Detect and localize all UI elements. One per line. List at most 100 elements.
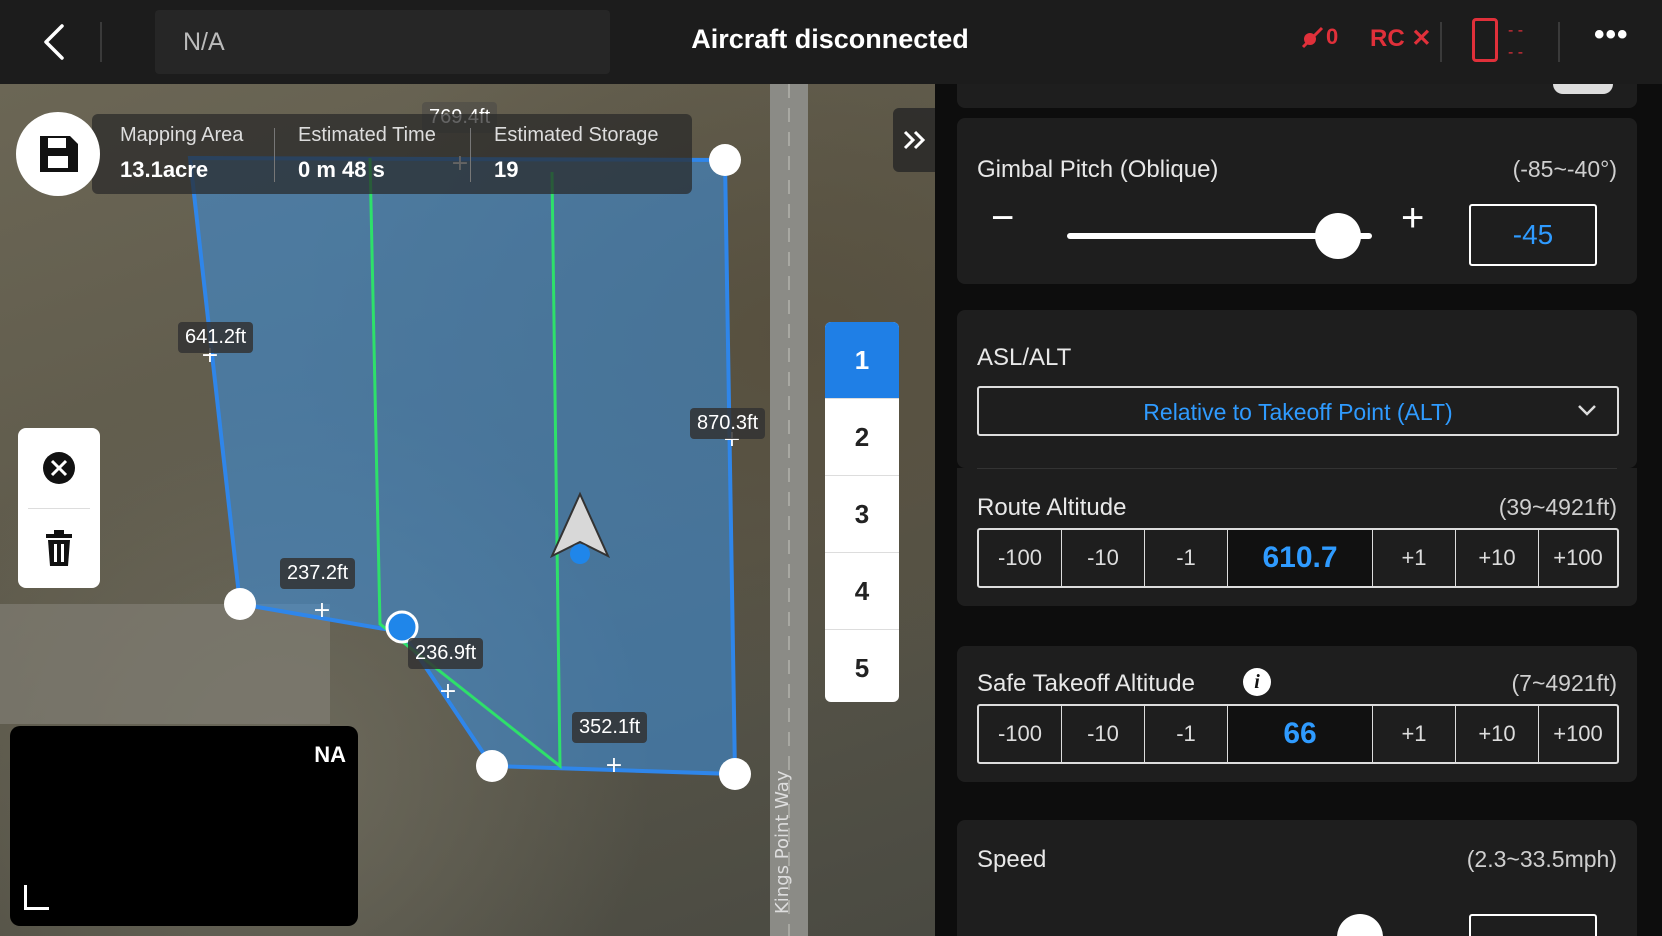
- step-minus-100-button[interactable]: -100: [979, 706, 1062, 762]
- add-point-icon[interactable]: +: [605, 753, 623, 778]
- altitude-mode-value: Relative to Takeoff Point (ALT): [1143, 399, 1453, 425]
- cancel-button[interactable]: [18, 428, 100, 508]
- divider: [274, 128, 275, 182]
- info-icon[interactable]: i: [1243, 668, 1271, 696]
- chevron-down-icon: [1578, 405, 1596, 416]
- polygon-vertex[interactable]: [224, 588, 256, 620]
- segment-length-tag: 870.3ft: [690, 408, 766, 439]
- waypoint-list: 1 2 3 4 5: [825, 322, 899, 702]
- camera-status-label: NA: [314, 742, 346, 767]
- gimbal-pitch-card: Gimbal Pitch (Oblique) (-85~-40°) − + -4…: [957, 118, 1637, 284]
- expand-corner-icon[interactable]: [24, 885, 49, 910]
- speed-range: (2.3~33.5mph): [1466, 846, 1617, 872]
- add-point-icon[interactable]: +: [439, 679, 457, 704]
- segment-length-tag: 641.2ft: [178, 322, 254, 353]
- step-plus-10-button[interactable]: +10: [1456, 530, 1539, 586]
- step-plus-100-button[interactable]: +100: [1539, 530, 1617, 586]
- gimbal-pitch-label: Gimbal Pitch (Oblique): [977, 156, 1219, 183]
- altitude-mode-select[interactable]: Relative to Takeoff Point (ALT): [977, 386, 1619, 436]
- previous-card: [957, 84, 1637, 108]
- decrease-button[interactable]: −: [991, 196, 1014, 241]
- stat-value: 13.1acre: [120, 157, 209, 182]
- battery-icon[interactable]: [1472, 18, 1498, 62]
- settings-panel: Gimbal Pitch (Oblique) (-85~-40°) − + -4…: [935, 84, 1662, 936]
- step-plus-10-button[interactable]: +10: [1456, 706, 1539, 762]
- double-chevron-right-icon: [903, 130, 926, 150]
- back-arrow-icon[interactable]: [34, 20, 74, 64]
- battery-level-bottom: - -: [1508, 44, 1524, 61]
- stat-label: Estimated Time: [298, 124, 436, 146]
- waypoint-tab[interactable]: 5: [825, 630, 899, 702]
- map-tools: [18, 428, 100, 588]
- stat-value: 19: [494, 157, 519, 182]
- route-altitude-range: (39~4921ft): [1498, 494, 1617, 520]
- waypoint-tab[interactable]: 1: [825, 322, 899, 399]
- connection-status-title: Aircraft disconnected: [691, 24, 969, 54]
- divider: [1558, 22, 1560, 62]
- step-minus-1-button[interactable]: -1: [1145, 530, 1228, 586]
- route-altitude-value[interactable]: 610.7: [1228, 530, 1373, 586]
- building-cluster: [0, 604, 330, 724]
- polygon-vertex[interactable]: [719, 758, 751, 790]
- step-minus-10-button[interactable]: -10: [1062, 706, 1145, 762]
- safe-takeoff-altitude-stepper: -100 -10 -1 66 +1 +10 +100: [977, 704, 1619, 764]
- waypoint-tab[interactable]: 4: [825, 553, 899, 630]
- stat-label: Estimated Storage: [494, 124, 659, 146]
- speed-input[interactable]: [1469, 914, 1597, 936]
- delete-button[interactable]: [18, 508, 100, 588]
- rc-status-indicator[interactable]: RC ✕: [1370, 24, 1431, 53]
- more-options-icon[interactable]: •••: [1594, 18, 1629, 52]
- save-icon: [40, 136, 78, 172]
- rc-label: RC: [1370, 25, 1405, 52]
- speed-label: Speed: [977, 846, 1047, 873]
- expand-panel-button[interactable]: [893, 108, 935, 172]
- trash-icon: [46, 530, 72, 566]
- mission-info-panel: Mapping Area 13.1acre Estimated Time 0 m…: [92, 114, 692, 194]
- speed-slider-handle[interactable]: [1337, 914, 1383, 936]
- top-bar: N/A Aircraft disconnected 0 RC ✕ - - - -…: [0, 0, 1662, 84]
- aircraft-model-field[interactable]: N/A: [155, 10, 610, 74]
- rc-disconnected-icon: ✕: [1411, 25, 1432, 52]
- close-circle-icon: [43, 452, 75, 484]
- estimated-storage-stat: Estimated Storage 19: [494, 124, 659, 183]
- aircraft-model-label: N/A: [183, 28, 225, 56]
- waypoint-tab[interactable]: 2: [825, 399, 899, 476]
- stat-value: 0 m 48 s: [298, 157, 385, 182]
- stat-label: Mapping Area: [120, 124, 244, 146]
- gimbal-pitch-input[interactable]: -45: [1469, 204, 1597, 266]
- speed-card: Speed (2.3~33.5mph): [957, 820, 1637, 936]
- map-view[interactable]: + + + + + + Kings Point Way 769.4ft 641.…: [0, 84, 935, 936]
- save-button[interactable]: [16, 112, 100, 196]
- gps-signal-count: 0: [1326, 24, 1339, 49]
- divider: [1440, 22, 1442, 62]
- segment-length-tag: 352.1ft: [572, 712, 648, 743]
- camera-preview[interactable]: NA: [10, 726, 358, 926]
- add-point-icon[interactable]: +: [313, 598, 331, 623]
- asl-alt-card: ASL/ALT Relative to Takeoff Point (ALT): [957, 310, 1637, 468]
- estimated-time-stat: Estimated Time 0 m 48 s: [298, 124, 436, 183]
- segment-length-tag: 237.2ft: [280, 558, 356, 589]
- route-altitude-label: Route Altitude: [977, 494, 1127, 521]
- safe-takeoff-altitude-value[interactable]: 66: [1228, 706, 1373, 762]
- step-plus-1-button[interactable]: +1: [1373, 530, 1456, 586]
- step-minus-10-button[interactable]: -10: [1062, 530, 1145, 586]
- route-altitude-card: Route Altitude (39~4921ft) -100 -10 -1 6…: [957, 468, 1637, 606]
- safe-takeoff-altitude-range: (7~4921ft): [1511, 670, 1618, 696]
- polygon-vertex[interactable]: [709, 144, 741, 176]
- battery-level-top: - -: [1508, 22, 1524, 39]
- step-minus-100-button[interactable]: -100: [979, 530, 1062, 586]
- safe-takeoff-altitude-label: Safe Takeoff Altitude: [977, 670, 1195, 697]
- gimbal-pitch-range: (-85~-40°): [1512, 156, 1617, 182]
- step-plus-1-button[interactable]: +1: [1373, 706, 1456, 762]
- toggle-switch[interactable]: [1553, 84, 1613, 94]
- waypoint-tab[interactable]: 3: [825, 476, 899, 553]
- satellite-icon: [1301, 27, 1324, 49]
- slider-handle[interactable]: [1315, 213, 1362, 259]
- step-minus-1-button[interactable]: -1: [1145, 706, 1228, 762]
- increase-button[interactable]: +: [1401, 196, 1424, 241]
- polygon-vertex[interactable]: [476, 750, 508, 782]
- mapping-area-stat: Mapping Area 13.1acre: [120, 124, 243, 183]
- step-plus-100-button[interactable]: +100: [1539, 706, 1617, 762]
- gps-signal-indicator[interactable]: 0: [1300, 24, 1338, 51]
- road-label: Kings Point Way: [772, 770, 793, 914]
